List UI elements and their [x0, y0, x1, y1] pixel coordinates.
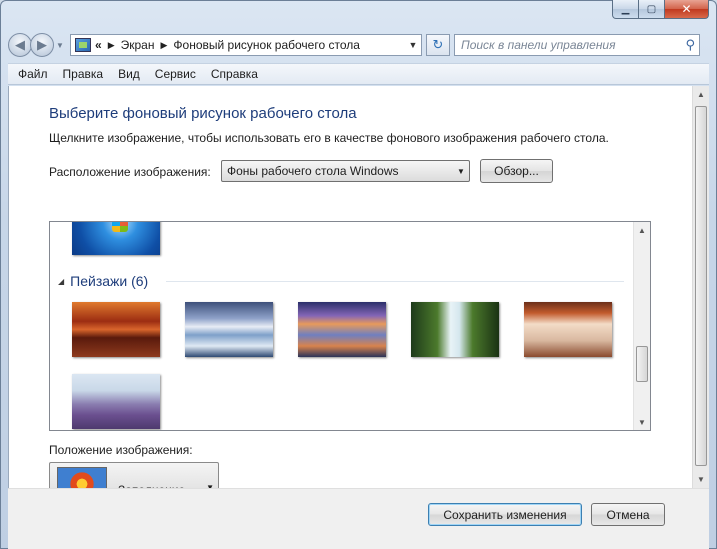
breadcrumb-desktop-background[interactable]: Фоновый рисунок рабочего стола — [173, 38, 360, 52]
gallery-scroll-up-icon[interactable]: ▲ — [634, 222, 650, 238]
gallery-scrollbar[interactable]: ▲ ▼ — [633, 222, 650, 430]
location-select[interactable]: Фоны рабочего стола Windows ▼ — [221, 160, 470, 182]
wallpaper-lavender[interactable] — [72, 374, 160, 429]
refresh-icon: ↻ — [432, 37, 444, 52]
back-button[interactable]: ◀ — [8, 33, 32, 57]
minimize-icon: ▁ — [621, 3, 630, 15]
scroll-up-icon[interactable]: ▲ — [693, 86, 709, 102]
group-divider — [166, 281, 624, 282]
position-label: Положение изображения: — [49, 443, 193, 457]
wallpaper-waterfall[interactable] — [411, 302, 499, 357]
menu-file[interactable]: Файл — [18, 67, 48, 81]
breadcrumb-separator-icon[interactable]: ▶ — [160, 40, 167, 51]
location-label: Расположение изображения: — [49, 165, 211, 179]
address-bar[interactable]: « ▶ Экран ▶ Фоновый рисунок рабочего сто… — [70, 34, 422, 56]
breadcrumb-screen[interactable]: Экран — [121, 38, 155, 52]
menu-help[interactable]: Справка — [211, 67, 258, 81]
caption-buttons: ▁ ▢ ✕ — [612, 0, 709, 19]
back-arrow-icon: ◀ — [15, 37, 25, 52]
breadcrumb-separator-icon[interactable]: ▶ — [108, 40, 115, 51]
menu-view[interactable]: Вид — [118, 67, 140, 81]
gallery-scroll-thumb[interactable] — [636, 346, 648, 382]
wallpaper-coast-sunset[interactable] — [298, 302, 386, 357]
recent-pages-dropdown[interactable]: ▼ — [54, 41, 66, 50]
collapse-triangle-icon[interactable]: ◢ — [58, 277, 64, 286]
close-icon: ✕ — [681, 2, 692, 16]
save-button[interactable]: Сохранить изменения — [428, 503, 582, 526]
chevron-down-icon: ▼ — [457, 166, 465, 176]
navigation-bar: ◀ ▶ ▼ « ▶ Экран ▶ Фоновый рисунок рабоче… — [8, 31, 709, 59]
cancel-button[interactable]: Отмена — [591, 503, 665, 526]
maximize-icon: ▢ — [646, 3, 657, 15]
wallpaper-arch[interactable] — [524, 302, 612, 357]
menu-tools[interactable]: Сервис — [155, 67, 196, 81]
wallpaper-canyon[interactable] — [72, 302, 160, 357]
page-scrollbar[interactable]: ▲ ▼ — [692, 86, 709, 549]
close-button[interactable]: ✕ — [665, 0, 709, 19]
content-pane: ▲ ▼ Выберите фоновый рисунок рабочего ст… — [8, 86, 709, 549]
forward-arrow-icon: ▶ — [37, 37, 47, 52]
search-input[interactable]: Поиск в панели управления ⚲ — [454, 34, 700, 56]
page-subtitle: Щелкните изображение, чтобы использовать… — [49, 131, 609, 145]
search-placeholder: Поиск в панели управления — [461, 38, 616, 52]
page-scroll-thumb[interactable] — [695, 106, 707, 466]
magnifier-icon[interactable]: ⚲ — [685, 37, 695, 53]
control-panel-icon — [75, 38, 91, 52]
minimize-button[interactable]: ▁ — [612, 0, 639, 19]
forward-button[interactable]: ▶ — [30, 33, 54, 57]
refresh-button[interactable]: ↻ — [426, 34, 450, 56]
maximize-button[interactable]: ▢ — [639, 0, 665, 19]
wallpaper-windows7[interactable] — [72, 222, 160, 255]
group-label: Пейзажи (6) — [70, 273, 149, 289]
location-value: Фоны рабочего стола Windows — [227, 164, 399, 178]
scroll-down-icon[interactable]: ▼ — [693, 471, 709, 487]
browse-button[interactable]: Обзор... — [480, 159, 553, 183]
menu-bar: Файл Правка Вид Сервис Справка — [8, 63, 709, 85]
breadcrumb-overflow[interactable]: « — [95, 38, 102, 52]
bottom-bar: Сохранить изменения Отмена — [8, 488, 709, 549]
wallpaper-gallery: ◢ Пейзажи (6) ▲ ▼ — [49, 221, 651, 431]
wallpaper-icy-lake[interactable] — [185, 302, 273, 357]
address-dropdown-icon[interactable]: ▼ — [405, 40, 421, 50]
gallery-scroll-down-icon[interactable]: ▼ — [634, 414, 650, 430]
group-header-landscapes[interactable]: ◢ Пейзажи (6) — [58, 273, 148, 289]
page-title: Выберите фоновый рисунок рабочего стола — [49, 105, 357, 122]
menu-edit[interactable]: Правка — [63, 67, 104, 81]
